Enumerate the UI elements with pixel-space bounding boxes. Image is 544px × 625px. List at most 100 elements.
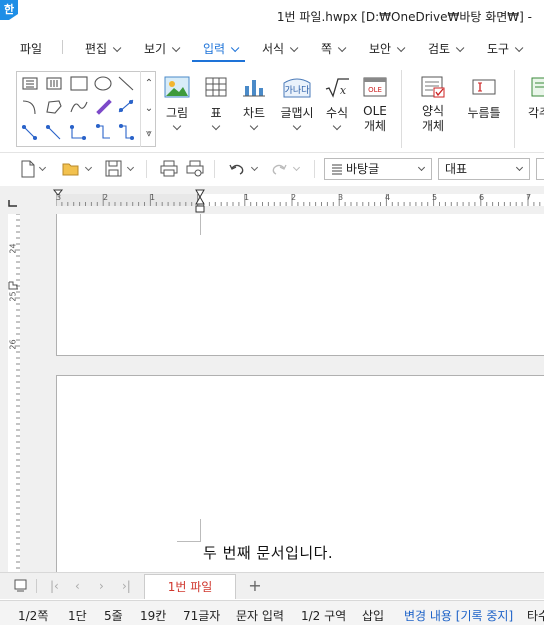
status-bar: 1/2쪽 1단 5줄 19칸 71글자 문자 입력 1/2 구역 삽입 변경 내…	[0, 600, 544, 625]
status-section: 1/2 구역	[301, 609, 347, 623]
polygon-shape-icon	[46, 100, 62, 114]
active-menu-indicator	[192, 60, 245, 62]
chevron-down-icon[interactable]: ⌄	[141, 96, 157, 121]
ruler-label: 26	[8, 339, 18, 350]
open-folder-icon[interactable]	[62, 160, 80, 178]
picture-label: 그림	[165, 106, 189, 120]
page-1[interactable]	[56, 214, 544, 356]
pen-shape-icon	[96, 99, 112, 115]
insert-chart-button[interactable]: 차트	[237, 76, 271, 131]
expand-gallery-icon[interactable]: ⩔	[141, 121, 157, 146]
style-select[interactable]: 바탕글	[324, 158, 432, 180]
print-icon[interactable]	[160, 160, 178, 178]
add-tab-button[interactable]: +	[242, 574, 268, 599]
new-document-icon[interactable]	[20, 160, 36, 178]
tab-document-1[interactable]: 1번 파일	[144, 574, 236, 599]
style-value: 바탕글	[346, 162, 380, 176]
document-tab-bar: |‹ ‹ › ›| 1번 파일 +	[0, 572, 544, 599]
wordart-sample-text: 가나다	[285, 85, 311, 96]
status-column: 1단	[68, 609, 87, 623]
insert-ole-button[interactable]: OLE OLE 개체	[358, 76, 392, 134]
vertical-ruler[interactable]: 24 25 26	[8, 214, 20, 572]
redo-icon[interactable]	[270, 160, 288, 178]
chevron-down-icon[interactable]	[84, 163, 93, 172]
first-tab-icon[interactable]: |‹	[50, 579, 59, 593]
chevron-down-icon	[230, 43, 240, 53]
page-view-icon[interactable]	[14, 579, 28, 593]
shape-gallery-icons[interactable]	[17, 72, 141, 146]
chevron-up-icon[interactable]: ⌃	[141, 71, 157, 96]
chevron-down-icon[interactable]	[332, 121, 342, 131]
last-tab-icon[interactable]: ›|	[122, 579, 131, 593]
insert-footnote-button[interactable]: 각주	[522, 76, 544, 121]
insert-form-object-button[interactable]: 양식 개체	[416, 76, 450, 134]
shape-gallery: ⌃ ⌄ ⩔	[16, 71, 156, 147]
insert-click-field-button[interactable]: 누름틀	[464, 76, 504, 121]
menu-file[interactable]: 파일	[20, 40, 42, 57]
insert-picture-button[interactable]: 그림	[160, 76, 194, 131]
menu-review[interactable]: 검토	[428, 40, 465, 57]
chevron-down-icon[interactable]	[249, 121, 259, 131]
wordart-label: 글맵시	[280, 106, 314, 120]
font-select[interactable]	[536, 158, 544, 180]
chart-icon	[243, 80, 265, 97]
ribbon-insert: ⌃ ⌄ ⩔ 그림 표 차트 가나다 글맵시 x 수식 OLE OLE 개체 양식…	[0, 64, 544, 150]
chevron-down-icon	[455, 43, 465, 53]
font-lang-select[interactable]: 대표	[438, 158, 530, 180]
toolbar-divider	[314, 160, 315, 178]
page-2[interactable]: 두 번째 문서입니다.	[56, 375, 544, 572]
chevron-down-icon	[337, 43, 347, 53]
status-typing-speed: 타수	[527, 609, 544, 623]
menu-tools[interactable]: 도구	[487, 40, 524, 57]
click-field-icon	[472, 79, 496, 95]
prev-tab-icon[interactable]: ‹	[75, 579, 80, 593]
window-title: 1번 파일.hwpx [D:₩OneDrive₩바탕 화면₩] -	[276, 10, 532, 24]
document-canvas: 24 25 26 두 번째 문서입니다.	[0, 214, 544, 572]
ellipse-shape-icon	[94, 76, 112, 91]
page-marker-icon	[8, 281, 18, 290]
menu-view[interactable]: 보기	[144, 40, 181, 57]
chevron-down-icon[interactable]	[417, 163, 426, 172]
menu-insert[interactable]: 입력	[203, 40, 240, 57]
document-text[interactable]: 두 번째 문서입니다.	[203, 542, 333, 563]
status-char-col: 19칸	[140, 609, 167, 623]
ruler-indent-markers	[52, 189, 205, 213]
menu-format[interactable]: 서식	[262, 40, 299, 57]
insert-table-button[interactable]: 표	[199, 76, 233, 131]
menu-security[interactable]: 보안	[369, 40, 406, 57]
status-track-changes[interactable]: 변경 내용 [기록 중지]	[404, 607, 513, 624]
ole-icon: OLE	[363, 77, 387, 97]
ruler-label: 25	[8, 291, 18, 302]
chevron-down-icon[interactable]	[515, 163, 524, 172]
chevron-down-icon[interactable]	[292, 121, 302, 131]
print-preview-icon[interactable]	[186, 160, 204, 178]
left-indent-marker-icon	[52, 189, 64, 196]
chevron-down-icon[interactable]	[211, 121, 221, 131]
menu-page[interactable]: 쪽	[321, 40, 347, 57]
chevron-down-icon[interactable]	[172, 121, 182, 131]
vertical-ruler-ticks	[16, 214, 20, 569]
save-icon[interactable]	[105, 160, 123, 178]
insert-wordart-button[interactable]: 가나다 글맵시	[279, 76, 315, 131]
arc-shape-icon	[22, 100, 36, 115]
footnote-icon	[531, 77, 544, 97]
table-icon	[205, 77, 227, 97]
form-object-label-line2: 개체	[421, 119, 445, 133]
chevron-down-icon[interactable]	[38, 163, 47, 172]
horizontal-ruler-row: 3 2 1 1 2 3 4 5 6 7	[0, 186, 544, 214]
hancom-logo-icon[interactable]: 한	[0, 0, 18, 20]
chevron-down-icon[interactable]	[126, 163, 135, 172]
margin-guide	[200, 214, 201, 235]
status-insert-mode[interactable]: 삽입	[362, 607, 384, 624]
chevron-down-icon[interactable]	[250, 163, 259, 172]
ruler-label: 24	[8, 243, 18, 254]
chevron-down-icon	[171, 43, 181, 53]
tab-divider	[36, 579, 37, 593]
status-input-mode[interactable]: 문자 입력	[236, 607, 284, 624]
undo-icon[interactable]	[228, 160, 246, 178]
menu-edit[interactable]: 편집	[85, 40, 122, 57]
curve-shape-icon	[70, 101, 88, 113]
status-page[interactable]: 1/2쪽	[18, 607, 48, 624]
insert-formula-button[interactable]: x 수식	[320, 76, 354, 131]
next-tab-icon[interactable]: ›	[99, 579, 104, 593]
